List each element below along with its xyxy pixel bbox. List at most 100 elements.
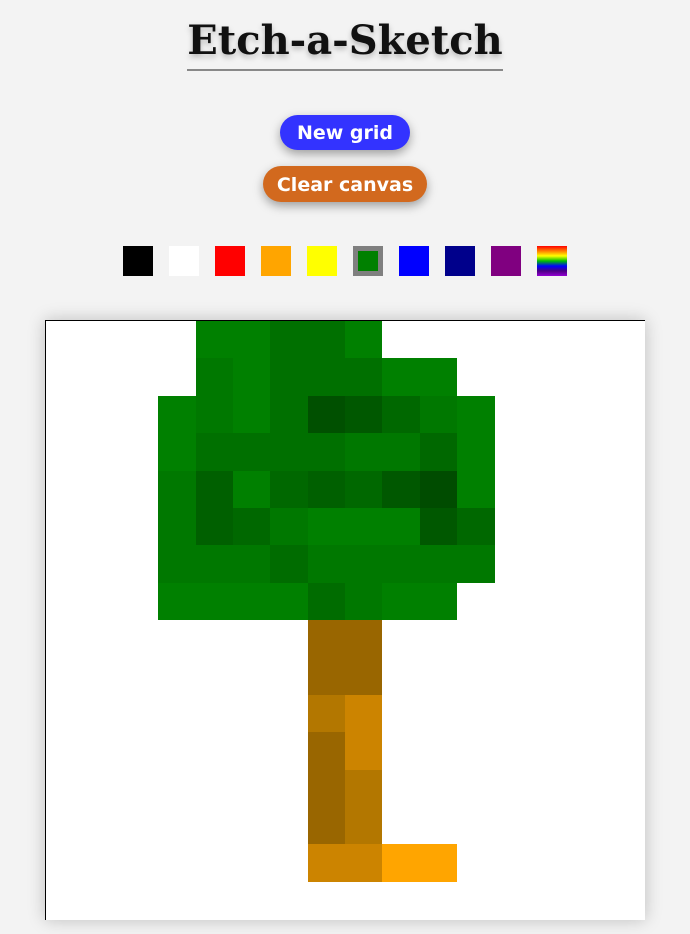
grid-cell[interactable] (345, 321, 383, 359)
grid-cell[interactable] (382, 433, 421, 471)
grid-cell[interactable] (569, 881, 608, 920)
grid-cell[interactable] (83, 507, 122, 546)
grid-cell[interactable] (494, 881, 533, 920)
swatch-purple[interactable] (491, 246, 521, 276)
grid-cell[interactable] (232, 844, 271, 883)
grid-cell[interactable] (83, 321, 122, 359)
grid-cell[interactable] (232, 545, 271, 584)
grid-cell[interactable] (270, 395, 309, 434)
grid-cell[interactable] (382, 657, 421, 696)
grid-cell[interactable] (345, 507, 383, 546)
grid-cell[interactable] (158, 507, 196, 546)
grid-cell[interactable] (531, 582, 570, 621)
grid-cell[interactable] (158, 582, 196, 621)
grid-cell[interactable] (382, 582, 421, 621)
grid-cell[interactable] (531, 321, 570, 359)
grid-cell[interactable] (606, 470, 645, 509)
grid-cell[interactable] (158, 881, 196, 920)
grid-cell[interactable] (307, 321, 346, 359)
grid-cell[interactable] (232, 694, 271, 733)
grid-cell[interactable] (569, 433, 608, 471)
grid-cell[interactable] (232, 395, 271, 434)
grid-cell[interactable] (307, 881, 346, 920)
grid-cell[interactable] (382, 844, 421, 883)
grid-cell[interactable] (307, 769, 346, 808)
grid-cell[interactable] (569, 806, 608, 845)
grid-cell[interactable] (120, 507, 159, 546)
grid-cell[interactable] (494, 321, 533, 359)
grid-cell[interactable] (606, 582, 645, 621)
grid-cell[interactable] (120, 620, 159, 658)
grid-cell[interactable] (307, 844, 346, 883)
grid-cell[interactable] (494, 545, 533, 584)
grid-cell[interactable] (569, 395, 608, 434)
grid-cell[interactable] (494, 470, 533, 509)
grid-cell[interactable] (419, 694, 458, 733)
grid-cell[interactable] (569, 321, 608, 359)
grid-cell[interactable] (307, 694, 346, 733)
swatch-yellow[interactable] (307, 246, 337, 276)
grid-cell[interactable] (83, 657, 122, 696)
grid-cell[interactable] (531, 620, 570, 658)
grid-cell[interactable] (195, 358, 234, 397)
grid-cell[interactable] (158, 694, 196, 733)
grid-cell[interactable] (120, 769, 159, 808)
grid-cell[interactable] (46, 470, 84, 509)
grid-cell[interactable] (569, 620, 608, 658)
grid-cell[interactable] (419, 433, 458, 471)
grid-cell[interactable] (46, 358, 84, 397)
grid-cell[interactable] (83, 881, 122, 920)
grid-cell[interactable] (606, 395, 645, 434)
grid-cell[interactable] (120, 395, 159, 434)
grid-cell[interactable] (531, 881, 570, 920)
grid-cell[interactable] (457, 582, 495, 621)
grid-cell[interactable] (457, 507, 495, 546)
grid-cell[interactable] (531, 657, 570, 696)
grid-cell[interactable] (232, 358, 271, 397)
swatch-green[interactable] (353, 246, 383, 276)
grid-cell[interactable] (345, 769, 383, 808)
grid-cell[interactable] (195, 582, 234, 621)
grid-cell[interactable] (569, 769, 608, 808)
grid-cell[interactable] (345, 881, 383, 920)
grid-cell[interactable] (457, 657, 495, 696)
grid-cell[interactable] (494, 620, 533, 658)
grid-cell[interactable] (457, 732, 495, 770)
grid-cell[interactable] (494, 507, 533, 546)
grid-cell[interactable] (46, 881, 84, 920)
grid-cell[interactable] (158, 657, 196, 696)
grid-cell[interactable] (120, 732, 159, 770)
grid-cell[interactable] (270, 545, 309, 584)
grid-cell[interactable] (46, 582, 84, 621)
grid-cell[interactable] (457, 694, 495, 733)
grid-cell[interactable] (270, 806, 309, 845)
grid-cell[interactable] (46, 657, 84, 696)
grid-cell[interactable] (606, 321, 645, 359)
grid-cell[interactable] (46, 620, 84, 658)
grid-cell[interactable] (270, 620, 309, 658)
grid-cell[interactable] (83, 620, 122, 658)
grid-cell[interactable] (457, 881, 495, 920)
grid-cell[interactable] (232, 769, 271, 808)
grid-cell[interactable] (270, 507, 309, 546)
swatch-black[interactable] (123, 246, 153, 276)
grid-cell[interactable] (46, 806, 84, 845)
grid-cell[interactable] (606, 358, 645, 397)
grid-cell[interactable] (457, 395, 495, 434)
grid-cell[interactable] (345, 358, 383, 397)
grid-cell[interactable] (457, 470, 495, 509)
grid-cell[interactable] (120, 881, 159, 920)
grid-cell[interactable] (195, 769, 234, 808)
grid-cell[interactable] (494, 694, 533, 733)
grid-cell[interactable] (232, 620, 271, 658)
grid-cell[interactable] (531, 844, 570, 883)
swatch-navy[interactable] (445, 246, 475, 276)
grid-cell[interactable] (569, 358, 608, 397)
grid-cell[interactable] (419, 657, 458, 696)
grid-cell[interactable] (345, 657, 383, 696)
grid-cell[interactable] (569, 507, 608, 546)
grid-cell[interactable] (419, 507, 458, 546)
grid-cell[interactable] (457, 844, 495, 883)
grid-cell[interactable] (606, 844, 645, 883)
grid-cell[interactable] (232, 582, 271, 621)
